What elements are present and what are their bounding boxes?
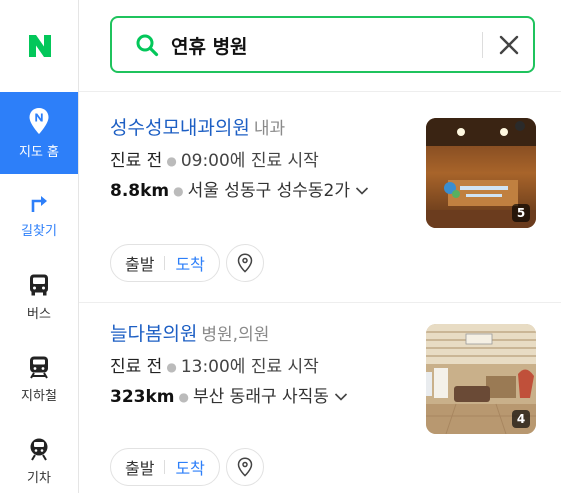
- distance-text: 8.8km: [110, 181, 170, 201]
- nav-item-label: 지하철: [21, 388, 57, 404]
- hours-text: 09:00에 진료 시작: [180, 151, 319, 171]
- place-category: 병원,의원: [201, 325, 270, 345]
- nav-item-label: 길찾기: [21, 223, 57, 239]
- place-name[interactable]: 늘다봄의원: [110, 323, 197, 345]
- route-buttons: 출발 도착: [110, 244, 220, 282]
- place-category: 내과: [253, 119, 286, 139]
- hours-text: 13:00에 진료 시작: [180, 357, 319, 377]
- location-pin-icon: [237, 457, 253, 477]
- save-place-button[interactable]: [225, 448, 264, 486]
- depart-button[interactable]: 출발: [125, 251, 154, 275]
- route-buttons: 출발 도착: [110, 448, 220, 486]
- nav-item-label: 기차: [27, 470, 51, 486]
- place-photo[interactable]: 4: [426, 324, 536, 434]
- bus-icon: [30, 274, 48, 295]
- search-divider: [482, 32, 483, 58]
- arrive-button[interactable]: 도착: [175, 251, 204, 275]
- separator-dot: ●: [178, 390, 189, 404]
- pill-divider: [164, 460, 166, 474]
- photo-count-badge: 5: [512, 204, 530, 222]
- result-item[interactable]: 늘다봄의원 병원,의원 진료 전 ● 13:00에 진료 시작 323km ● 부산 동래…: [110, 322, 540, 492]
- search-icon[interactable]: [135, 33, 159, 57]
- directions-icon: [31, 195, 47, 212]
- divider: [79, 302, 561, 303]
- separator-dot: ●: [166, 360, 177, 374]
- arrive-button[interactable]: 도착: [175, 455, 204, 479]
- side-nav: 지도 홈 길찾기 버스 지하철 기차: [0, 0, 79, 493]
- chevron-down-icon[interactable]: [334, 392, 348, 402]
- separator-dot: ●: [173, 184, 184, 198]
- photo-count-badge: 4: [512, 410, 530, 428]
- depart-button[interactable]: 출발: [125, 455, 154, 479]
- map-pin-icon: [29, 107, 49, 134]
- location-pin-icon: [237, 253, 253, 273]
- divider: [79, 91, 561, 92]
- nav-item-directions[interactable]: 길찾기: [0, 174, 78, 256]
- naver-logo[interactable]: [0, 0, 79, 92]
- train-icon: [30, 438, 48, 461]
- pill-divider: [164, 256, 166, 270]
- address-text: 서울 성동구 성수동2가: [187, 181, 351, 201]
- status-text: 진료 전: [110, 357, 163, 377]
- place-name[interactable]: 성수성모내과의원: [110, 117, 250, 139]
- save-place-button[interactable]: [225, 244, 264, 282]
- search-input[interactable]: [171, 30, 471, 60]
- address-text: 부산 동래구 사직동: [193, 387, 329, 407]
- nav-item-bus[interactable]: 버스: [0, 256, 78, 338]
- naver-logo-icon: [28, 35, 51, 57]
- close-icon[interactable]: [496, 32, 522, 58]
- separator-dot: ●: [166, 154, 177, 168]
- distance-text: 323km: [110, 387, 175, 407]
- action-buttons: 출발 도착: [110, 244, 264, 282]
- nav-item-train[interactable]: 기차: [0, 420, 78, 493]
- nav-item-label: 버스: [27, 306, 51, 322]
- nav-item-subway[interactable]: 지하철: [0, 338, 78, 420]
- search-bar: [110, 16, 535, 73]
- place-photo[interactable]: 5: [426, 118, 536, 228]
- chevron-down-icon[interactable]: [355, 186, 369, 196]
- subway-icon: [30, 356, 48, 379]
- status-text: 진료 전: [110, 151, 163, 171]
- nav-item-map-home[interactable]: 지도 홈: [0, 92, 78, 174]
- result-item[interactable]: 성수성모내과의원 내과 진료 전 ● 09:00에 진료 시작 8.8km ● 서울 성동…: [110, 116, 540, 296]
- action-buttons: 출발 도착: [110, 448, 264, 486]
- nav-item-label: 지도 홈: [18, 144, 59, 160]
